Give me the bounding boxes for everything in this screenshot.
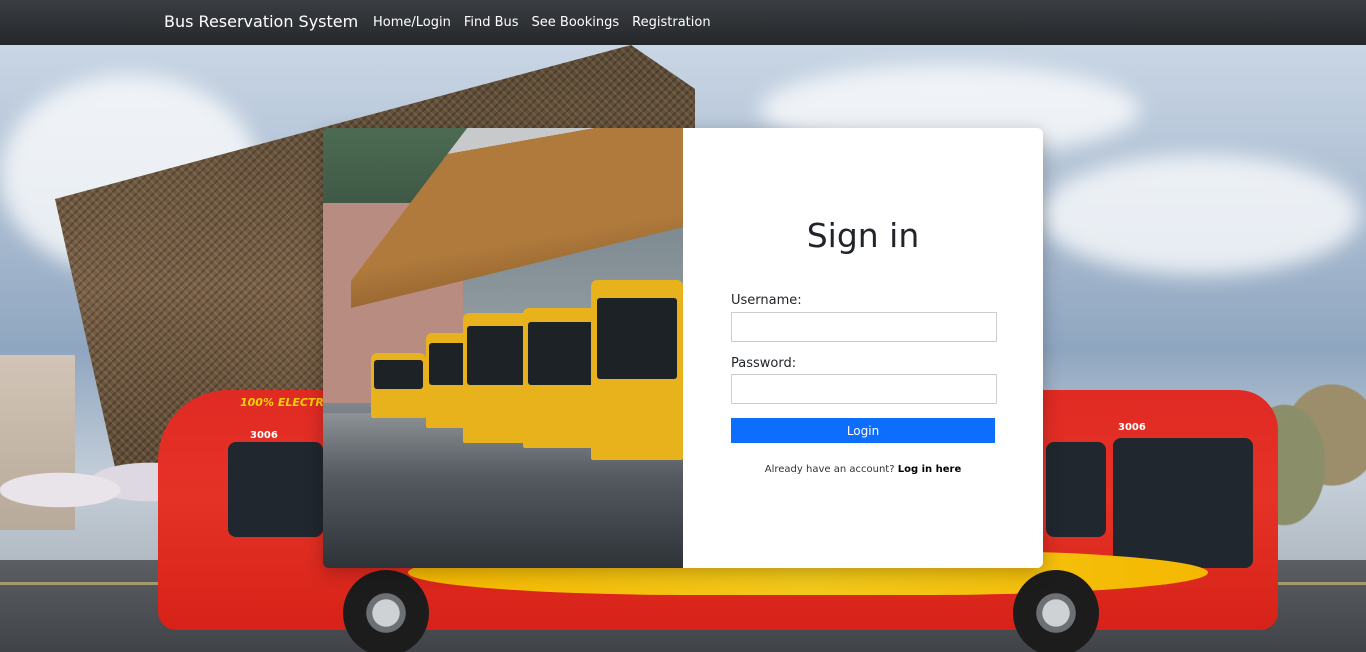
nav-link-see-bookings[interactable]: See Bookings: [532, 15, 620, 30]
login-form: Sign in Username: Password: Login Alread…: [683, 128, 1043, 568]
login-here-link[interactable]: Log in here: [898, 464, 962, 475]
signin-title: Sign in: [806, 216, 920, 255]
cloud: [1040, 155, 1360, 275]
bus-wheel: [1013, 570, 1099, 652]
bus-station-photo: [323, 128, 683, 568]
parked-bus: [523, 308, 598, 448]
login-button[interactable]: Login: [731, 418, 995, 443]
bus-window: [1046, 442, 1106, 537]
username-label: Username:: [731, 293, 802, 308]
bus-number: 3006: [1118, 422, 1146, 433]
username-input[interactable]: [731, 312, 997, 342]
password-label: Password:: [731, 356, 797, 371]
navbar: Bus Reservation System Home/Login Find B…: [0, 0, 1366, 45]
password-input[interactable]: [731, 374, 997, 404]
nav-links: Home/Login Find Bus See Bookings Registr…: [373, 15, 711, 30]
nav-link-find-bus[interactable]: Find Bus: [464, 15, 519, 30]
parked-bus: [371, 353, 426, 418]
bus-door: [1113, 438, 1253, 568]
bus-slogan: 100% ELECTRIC: [240, 396, 337, 409]
nav-link-home-login[interactable]: Home/Login: [373, 15, 451, 30]
bus-window: [228, 442, 323, 537]
brand-title[interactable]: Bus Reservation System: [164, 12, 358, 31]
login-card: Sign in Username: Password: Login Alread…: [323, 128, 1043, 568]
nav-link-registration[interactable]: Registration: [632, 15, 710, 30]
bus-number: 3006: [250, 430, 278, 441]
account-prompt-line: Already have an account? Log in here: [683, 464, 1043, 475]
parked-bus: [591, 280, 683, 460]
account-prompt-text: Already have an account?: [764, 464, 895, 475]
bus-wheel: [343, 570, 429, 652]
